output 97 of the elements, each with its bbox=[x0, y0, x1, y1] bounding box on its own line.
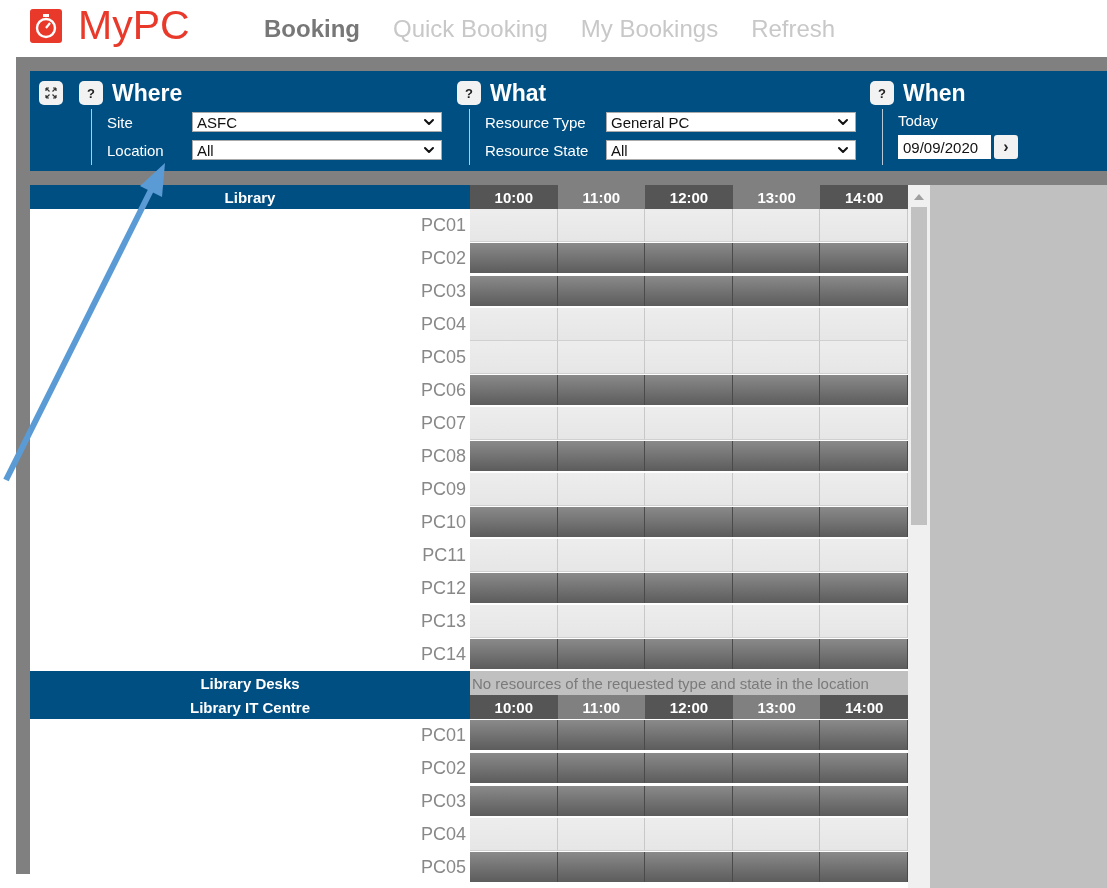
resource-name: PC02 bbox=[419, 247, 467, 270]
resource-name: PC08 bbox=[419, 445, 467, 468]
nav-link[interactable]: Booking bbox=[264, 14, 360, 43]
location-header: Library Desks bbox=[30, 671, 470, 695]
dropdown[interactable]: All bbox=[606, 140, 856, 160]
resource-name: PC06 bbox=[419, 379, 467, 402]
help-button[interactable]: ? bbox=[457, 81, 481, 105]
free-slot[interactable] bbox=[645, 341, 733, 374]
time-header: 12:00 bbox=[645, 185, 733, 209]
scroll-up-icon bbox=[914, 194, 924, 200]
stopwatch-icon bbox=[30, 8, 62, 43]
free-slot[interactable] bbox=[470, 605, 558, 638]
resource-name: PC01 bbox=[419, 214, 467, 237]
free-slot[interactable] bbox=[732, 818, 821, 851]
free-slot[interactable] bbox=[470, 473, 558, 506]
time-header: 12:00 bbox=[645, 695, 733, 719]
field-label: Resource State bbox=[485, 141, 590, 159]
resource-name: PC13 bbox=[419, 610, 467, 633]
resource-name: PC05 bbox=[419, 346, 467, 369]
time-header: 11:00 bbox=[557, 695, 646, 719]
free-slot[interactable] bbox=[470, 818, 558, 851]
free-slot[interactable] bbox=[470, 407, 558, 440]
date-field[interactable]: 09/09/2020 bbox=[898, 135, 991, 159]
time-header: 10:00 bbox=[470, 185, 558, 209]
free-slot[interactable] bbox=[732, 341, 821, 374]
section-title: When bbox=[903, 79, 966, 107]
free-slot[interactable] bbox=[820, 473, 908, 506]
free-slot[interactable] bbox=[820, 605, 908, 638]
expand-icon bbox=[45, 87, 57, 99]
app-logo: MyPC bbox=[78, 5, 190, 46]
free-slot[interactable] bbox=[732, 407, 821, 440]
free-slot[interactable] bbox=[470, 341, 558, 374]
resource-name: PC05 bbox=[419, 856, 467, 879]
time-header: 14:00 bbox=[820, 695, 908, 719]
free-slot[interactable] bbox=[645, 818, 733, 851]
location-header: Library IT Centre bbox=[30, 695, 470, 719]
time-header: 14:00 bbox=[820, 185, 908, 209]
field-label: Location bbox=[107, 141, 165, 159]
location-header: Library bbox=[30, 185, 470, 209]
resource-name: PC04 bbox=[419, 823, 467, 846]
dropdown[interactable]: All bbox=[192, 140, 442, 160]
resource-name: PC04 bbox=[419, 313, 467, 336]
time-header: 13:00 bbox=[732, 185, 821, 209]
free-slot[interactable] bbox=[557, 341, 646, 374]
resource-name: PC09 bbox=[419, 478, 467, 501]
time-header: 13:00 bbox=[732, 695, 821, 719]
free-slot[interactable] bbox=[820, 818, 908, 851]
free-slot[interactable] bbox=[820, 209, 908, 242]
section-title: Where bbox=[112, 79, 183, 107]
dropdown[interactable]: General PC bbox=[606, 112, 856, 132]
resource-name: PC07 bbox=[419, 412, 467, 435]
free-slot[interactable] bbox=[470, 209, 558, 242]
free-slot[interactable] bbox=[645, 209, 733, 242]
free-slot[interactable] bbox=[557, 539, 646, 572]
dropdown[interactable]: ASFC bbox=[192, 112, 442, 132]
resource-name: PC03 bbox=[419, 280, 467, 303]
free-slot[interactable] bbox=[557, 308, 646, 341]
field-label: Resource Type bbox=[485, 113, 587, 131]
expand-button[interactable] bbox=[39, 81, 63, 105]
free-slot[interactable] bbox=[820, 308, 908, 341]
free-slot[interactable] bbox=[645, 605, 733, 638]
help-button[interactable]: ? bbox=[79, 81, 103, 105]
resource-name: PC10 bbox=[419, 511, 467, 534]
free-slot[interactable] bbox=[470, 308, 558, 341]
section-title: What bbox=[490, 79, 547, 107]
resource-name: PC01 bbox=[419, 724, 467, 747]
free-slot[interactable] bbox=[732, 539, 821, 572]
free-slot[interactable] bbox=[557, 473, 646, 506]
free-slot[interactable] bbox=[732, 308, 821, 341]
free-slot[interactable] bbox=[557, 818, 646, 851]
resource-name: PC12 bbox=[419, 577, 467, 600]
help-button[interactable]: ? bbox=[870, 81, 894, 105]
free-slot[interactable] bbox=[557, 407, 646, 440]
resource-name: PC11 bbox=[421, 544, 467, 567]
free-slot[interactable] bbox=[645, 407, 733, 440]
resource-name: PC03 bbox=[419, 790, 467, 813]
resource-name: PC14 bbox=[419, 643, 467, 666]
next-day-button[interactable]: › bbox=[994, 135, 1018, 159]
free-slot[interactable] bbox=[470, 539, 558, 572]
free-slot[interactable] bbox=[732, 605, 821, 638]
free-slot[interactable] bbox=[645, 308, 733, 341]
free-slot[interactable] bbox=[732, 473, 821, 506]
time-header: 10:00 bbox=[470, 695, 558, 719]
scrollbar[interactable] bbox=[908, 185, 930, 888]
free-slot[interactable] bbox=[820, 539, 908, 572]
free-slot[interactable] bbox=[820, 341, 908, 374]
resource-name: PC02 bbox=[419, 757, 467, 780]
free-slot[interactable] bbox=[645, 473, 733, 506]
empty-message: No resources of the requested type and state in the location bbox=[470, 671, 908, 695]
free-slot[interactable] bbox=[820, 407, 908, 440]
free-slot[interactable] bbox=[645, 539, 733, 572]
free-slot[interactable] bbox=[557, 209, 646, 242]
field-label: Site bbox=[107, 113, 134, 131]
free-slot[interactable] bbox=[732, 209, 821, 242]
time-header: 11:00 bbox=[557, 185, 646, 209]
date-label: Today bbox=[898, 112, 940, 129]
free-slot[interactable] bbox=[557, 605, 646, 638]
